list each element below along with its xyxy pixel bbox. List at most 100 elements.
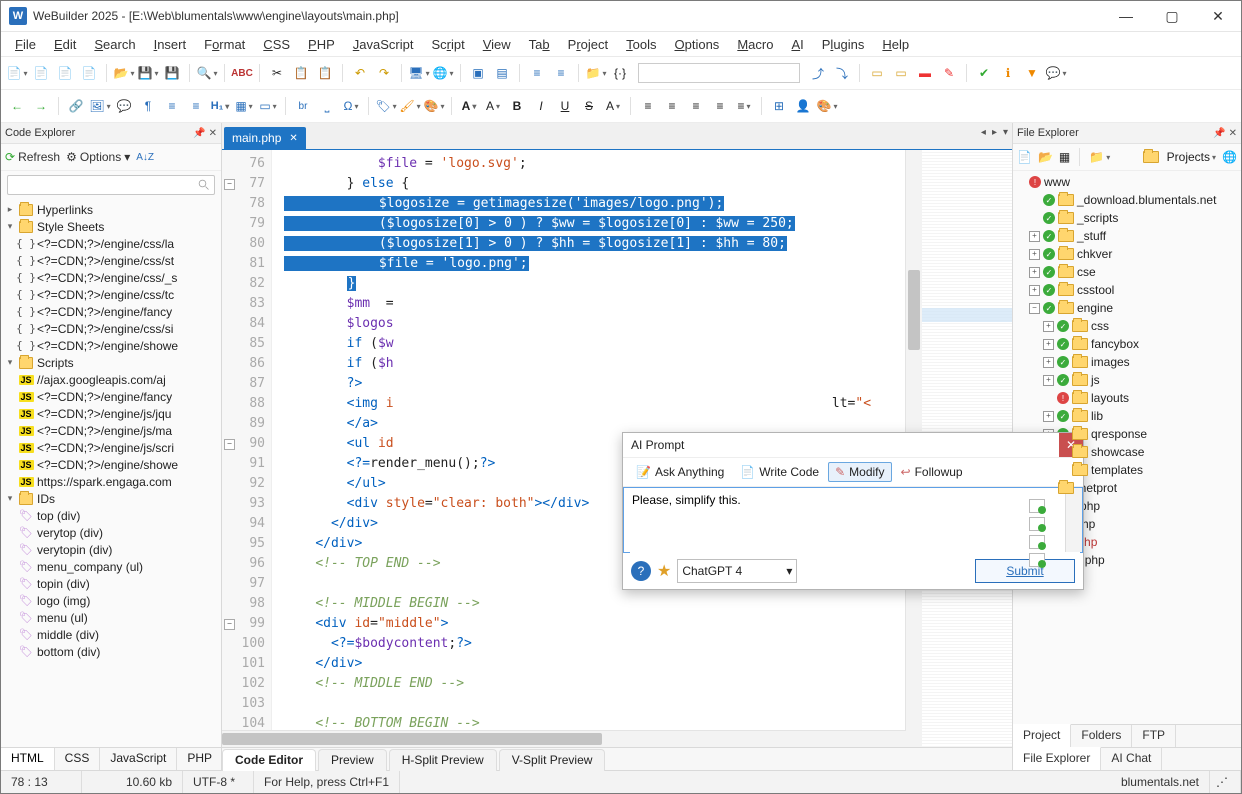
resize-grip-icon[interactable]: ⋰ bbox=[1210, 771, 1241, 793]
options-button[interactable]: ⚙Options▾ bbox=[66, 150, 130, 164]
info-icon[interactable]: ℹ bbox=[998, 63, 1018, 83]
ai-prompt-textarea[interactable] bbox=[630, 491, 1080, 553]
bold-icon[interactable]: B bbox=[507, 96, 527, 116]
window-icon[interactable]: ▣ bbox=[468, 63, 488, 83]
file-tree-item[interactable]: ✓_scripts bbox=[1013, 209, 1241, 227]
file-tree-item[interactable]: +✓css bbox=[1013, 317, 1241, 335]
paragraph-icon[interactable]: ¶ bbox=[138, 96, 158, 116]
colors-icon[interactable]: 🎨▾ bbox=[817, 96, 837, 116]
file-tree-item[interactable]: +✓chkver bbox=[1013, 245, 1241, 263]
projects-button[interactable]: Projects▾ bbox=[1143, 150, 1216, 164]
help-button[interactable]: ? bbox=[631, 561, 651, 581]
undo-icon[interactable]: ↶ bbox=[350, 63, 370, 83]
style-sheets-group[interactable]: Style Sheets bbox=[37, 220, 104, 234]
menu-view[interactable]: View bbox=[475, 34, 519, 55]
heading-icon[interactable]: H₁▾ bbox=[210, 96, 230, 116]
js-item[interactable]: JS<?=CDN;?>/engine/fancy bbox=[1, 388, 221, 405]
menu-help[interactable]: Help bbox=[874, 34, 917, 55]
tab-ai-chat[interactable]: AI Chat bbox=[1101, 748, 1162, 770]
css-item[interactable]: { }<?=CDN;?>/engine/css/_s bbox=[1, 269, 221, 286]
redo-icon[interactable]: ↷ bbox=[374, 63, 394, 83]
table-icon[interactable]: ▦▾ bbox=[234, 96, 254, 116]
form-icon[interactable]: ▭▾ bbox=[258, 96, 278, 116]
css-item[interactable]: { }<?=CDN;?>/engine/css/st bbox=[1, 252, 221, 269]
refresh-button[interactable]: ⟳Refresh bbox=[5, 150, 60, 164]
ai-input-scrollbar[interactable] bbox=[1065, 488, 1082, 552]
sort-button[interactable]: A↓Z bbox=[136, 152, 154, 163]
js-item[interactable]: JShttps://spark.engaga.com bbox=[1, 473, 221, 490]
menu-script[interactable]: Script bbox=[423, 34, 472, 55]
id-item[interactable]: 🏷verytopin (div) bbox=[1, 541, 221, 558]
tab-hsplit[interactable]: H-Split Preview bbox=[389, 749, 497, 771]
css-item[interactable]: { }<?=CDN;?>/engine/css/la bbox=[1, 235, 221, 252]
css-item[interactable]: { }<?=CDN;?>/engine/css/si bbox=[1, 320, 221, 337]
tab-prev-icon[interactable]: ◂ bbox=[981, 127, 986, 138]
highlight-icon[interactable]: ▬ bbox=[915, 63, 935, 83]
person-icon[interactable]: 👤 bbox=[793, 96, 813, 116]
window-max-icon[interactable]: ⊞ bbox=[769, 96, 789, 116]
download-icon[interactable]: ⤵ bbox=[832, 63, 852, 83]
br-icon[interactable]: br bbox=[293, 96, 313, 116]
edit-icon[interactable]: ✎ bbox=[939, 63, 959, 83]
tab-vsplit[interactable]: V-Split Preview bbox=[499, 749, 606, 771]
id-item[interactable]: 🏷menu (ul) bbox=[1, 609, 221, 626]
save-icon[interactable]: 💾▾ bbox=[138, 63, 158, 83]
tab-folders[interactable]: Folders bbox=[1071, 725, 1132, 747]
indent-icon[interactable]: ≡▾ bbox=[734, 96, 754, 116]
minimize-button[interactable]: — bbox=[1103, 1, 1149, 31]
underline-icon[interactable]: U bbox=[555, 96, 575, 116]
code-icon[interactable]: {·} bbox=[610, 63, 630, 83]
followup-button[interactable]: ↩Followup bbox=[894, 462, 970, 482]
cut-icon[interactable]: ✂ bbox=[267, 63, 287, 83]
file-tree-item[interactable]: +✓_stuff bbox=[1013, 227, 1241, 245]
file-tree-item[interactable]: !layouts bbox=[1013, 389, 1241, 407]
copy-icon[interactable]: 📋 bbox=[291, 63, 311, 83]
upload-icon[interactable]: ⤴ bbox=[808, 63, 828, 83]
save-all-icon[interactable]: 💾 bbox=[162, 63, 182, 83]
js-item[interactable]: JS<?=CDN;?>/engine/showe bbox=[1, 456, 221, 473]
collapse-icon[interactable]: ▸ bbox=[5, 204, 15, 215]
id-item[interactable]: 🏷bottom (div) bbox=[1, 643, 221, 660]
fx-tool1-icon[interactable]: 📄 bbox=[1017, 150, 1032, 164]
tab-ftp[interactable]: FTP bbox=[1132, 725, 1176, 747]
file-tree-item[interactable]: +✓csstool bbox=[1013, 281, 1241, 299]
folder-tool-icon[interactable]: 📁▾ bbox=[586, 63, 606, 83]
write-code-button[interactable]: 📄Write Code bbox=[733, 462, 826, 482]
brush-icon[interactable]: 🖌▾ bbox=[400, 96, 420, 116]
pin-icon[interactable]: 📌 bbox=[1213, 128, 1225, 139]
align-left-icon[interactable]: ≡ bbox=[638, 96, 658, 116]
css-item[interactable]: { }<?=CDN;?>/engine/css/tc bbox=[1, 286, 221, 303]
browser-icon[interactable]: 🌐▾ bbox=[433, 63, 453, 83]
image-icon[interactable]: 🖼▾ bbox=[90, 96, 110, 116]
code-explorer-tree[interactable]: ▸Hyperlinks ▾Style Sheets { }<?=CDN;?>/e… bbox=[1, 199, 221, 747]
ask-anything-button[interactable]: 📝Ask Anything bbox=[629, 462, 731, 482]
js-item[interactable]: JS<?=CDN;?>/engine/js/ma bbox=[1, 422, 221, 439]
id-item[interactable]: 🏷top (div) bbox=[1, 507, 221, 524]
modify-button[interactable]: ✎Modify bbox=[828, 462, 891, 482]
file-tree-item[interactable]: +✓fancybox bbox=[1013, 335, 1241, 353]
tab-next-icon[interactable]: ▸ bbox=[992, 127, 997, 138]
menu-css[interactable]: CSS bbox=[255, 34, 298, 55]
link-icon[interactable]: 🔗 bbox=[66, 96, 86, 116]
file-tree-item[interactable]: +✓cse bbox=[1013, 263, 1241, 281]
fx-view-icon[interactable]: 📁▾ bbox=[1089, 150, 1110, 164]
check-icon[interactable]: ✔ bbox=[974, 63, 994, 83]
menu-format[interactable]: Format bbox=[196, 34, 253, 55]
list-ol-icon[interactable]: ≡ bbox=[186, 96, 206, 116]
fx-tool3-icon[interactable]: ▦ bbox=[1059, 150, 1070, 164]
tab-css[interactable]: CSS bbox=[55, 748, 101, 770]
paste-icon[interactable]: 📋 bbox=[315, 63, 335, 83]
tab-code-editor[interactable]: Code Editor bbox=[222, 749, 316, 771]
js-item[interactable]: JS//ajax.googleapis.com/aj bbox=[1, 371, 221, 388]
font-face-icon[interactable]: A▾ bbox=[459, 96, 479, 116]
close-tab-icon[interactable]: ✕ bbox=[289, 133, 297, 144]
id-item[interactable]: 🏷verytop (div) bbox=[1, 524, 221, 541]
menu-insert[interactable]: Insert bbox=[146, 34, 195, 55]
id-item[interactable]: 🏷menu_company (ul) bbox=[1, 558, 221, 575]
file-tab-main[interactable]: main.php ✕ bbox=[224, 127, 306, 149]
menu-search[interactable]: Search bbox=[86, 34, 143, 55]
globe-icon[interactable]: 🌐 bbox=[1222, 150, 1237, 164]
submit-button[interactable]: Submit bbox=[975, 559, 1075, 583]
file-tree-item[interactable]: ✓_download.blumentals.net bbox=[1013, 191, 1241, 209]
chat-icon[interactable]: 💬▾ bbox=[1046, 63, 1066, 83]
